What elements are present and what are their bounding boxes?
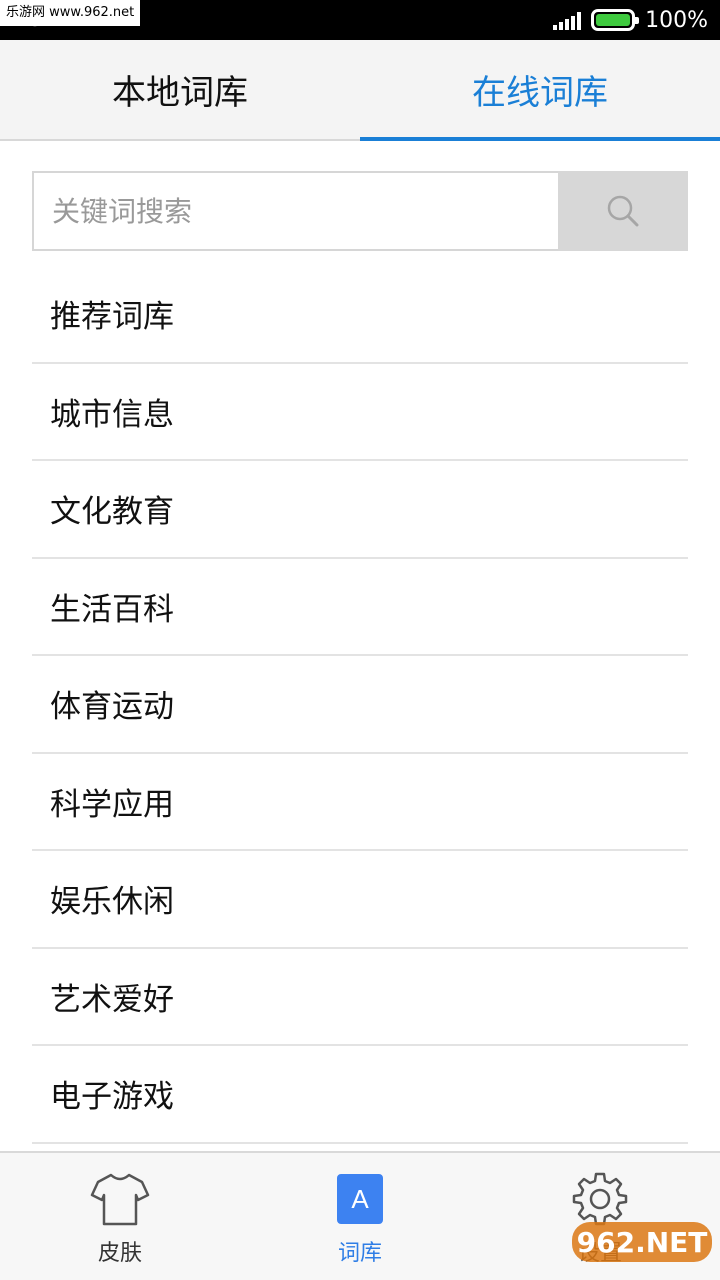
list-item[interactable]: 推荐词库: [32, 266, 688, 364]
dictionary-icon: A: [330, 1171, 390, 1227]
gear-icon: [570, 1171, 630, 1227]
battery-icon: [591, 9, 640, 31]
nav-label-skin: 皮肤: [97, 1241, 142, 1266]
list-item[interactable]: 艺术爱好: [32, 949, 688, 1046]
tab-local-dictionary[interactable]: 本地词库: [0, 40, 360, 139]
status-bar: 18:24 乐游网 www.962.net 100%: [0, 0, 720, 40]
search-bar: [32, 171, 688, 251]
app-root: 18:24 乐游网 www.962.net 100% 本地词库 在线词库 推荐词…: [0, 0, 720, 1280]
nav-item-dictionary[interactable]: A 词库: [240, 1153, 480, 1280]
tshirt-icon: [90, 1171, 150, 1227]
signal-icon: [551, 10, 582, 30]
list-item[interactable]: 城市信息: [32, 364, 688, 461]
search-button[interactable]: [558, 171, 688, 251]
list-item[interactable]: 娱乐休闲: [32, 851, 688, 949]
category-list: 推荐词库 城市信息 文化教育 生活百科 体育运动 科学应用 娱乐休闲 艺术爱好 …: [32, 266, 688, 1144]
search-icon: [607, 195, 639, 227]
battery-percentage: 100%: [645, 7, 708, 33]
watermark-logo: 962.NET: [572, 1222, 712, 1262]
site-watermark: 乐游网 www.962.net: [0, 0, 141, 26]
search-input[interactable]: [32, 171, 558, 251]
status-indicators: 100%: [551, 4, 708, 36]
list-item[interactable]: 生活百科: [32, 559, 688, 656]
list-item[interactable]: 电子游戏: [32, 1046, 688, 1144]
tab-bar: 本地词库 在线词库: [0, 40, 720, 141]
list-item[interactable]: 体育运动: [32, 656, 688, 754]
list-item[interactable]: 科学应用: [32, 754, 688, 851]
list-item[interactable]: 文化教育: [32, 461, 688, 559]
nav-label-dictionary: 词库: [337, 1241, 382, 1266]
nav-item-skin[interactable]: 皮肤: [0, 1153, 240, 1280]
tab-online-dictionary[interactable]: 在线词库: [360, 40, 720, 141]
dictionary-icon-glyph: A: [337, 1174, 383, 1224]
